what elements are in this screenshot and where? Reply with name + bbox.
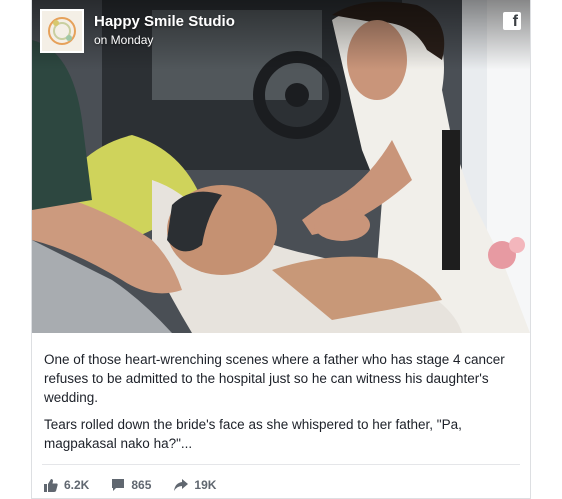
post-photo[interactable]: Happy Smile Studio on Monday f xyxy=(32,0,530,333)
likes-stat[interactable]: 6.2K xyxy=(44,478,89,492)
facebook-icon: f xyxy=(503,12,521,30)
page-name[interactable]: Happy Smile Studio xyxy=(94,13,235,30)
page-avatar[interactable] xyxy=(40,9,84,53)
caption-paragraph-2: Tears rolled down the bride's face as sh… xyxy=(44,417,462,451)
thumbs-up-icon xyxy=(44,479,58,492)
caption-paragraph-1: One of those heart-wrenching scenes wher… xyxy=(44,352,505,405)
comments-stat[interactable]: 865 xyxy=(111,478,151,492)
studio-logo-icon xyxy=(48,17,76,45)
share-arrow-icon xyxy=(174,479,189,491)
comments-count: 865 xyxy=(131,478,152,492)
post-caption: One of those heart-wrenching scenes wher… xyxy=(44,350,520,461)
engagement-stats: 6.2K 865 19K xyxy=(44,477,238,493)
shares-count: 19K xyxy=(194,478,217,492)
divider xyxy=(42,464,520,465)
likes-count: 6.2K xyxy=(64,478,90,492)
comment-bubble-icon xyxy=(112,479,125,491)
post-timestamp[interactable]: on Monday xyxy=(94,33,153,47)
shares-stat[interactable]: 19K xyxy=(173,478,216,492)
post-card: Happy Smile Studio on Monday f One of th… xyxy=(31,0,531,499)
